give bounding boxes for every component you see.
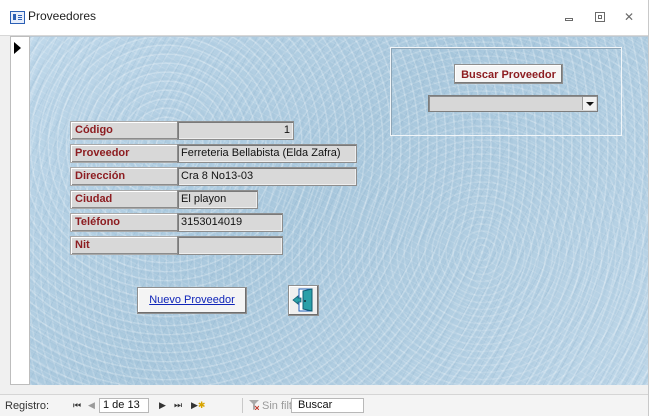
form-icon: [10, 11, 25, 24]
form-window: Proveedores ✕ Buscar Proveedor Código 1 …: [0, 0, 649, 416]
last-record-icon[interactable]: ⏭: [174, 399, 182, 413]
exit-button[interactable]: [288, 285, 319, 316]
record-selector[interactable]: [10, 36, 30, 385]
next-record-icon[interactable]: ▶: [159, 399, 166, 413]
direccion-field[interactable]: Cra 8 No13-03: [177, 167, 357, 186]
new-supplier-button[interactable]: Nuevo Proveedor: [137, 287, 247, 314]
filter-icon: [249, 400, 259, 410]
nav-search-input[interactable]: Buscar: [291, 398, 364, 413]
first-record-icon[interactable]: ⏮: [73, 399, 81, 413]
codigo-field[interactable]: 1: [177, 121, 294, 140]
chevron-down-icon[interactable]: [582, 97, 596, 110]
title-bar: Proveedores ✕: [0, 0, 648, 36]
exit-door-icon: [292, 288, 313, 312]
previous-record-icon[interactable]: ◀: [88, 399, 95, 413]
record-navigation-bar: Registro: ⏮ ◀ 1 de 13 ▶ ⏭ ▶✱ Sin filtro …: [0, 394, 648, 416]
window-title: Proveedores: [28, 9, 97, 23]
form-detail-section: Buscar Proveedor Código 1 Proveedor Ferr…: [30, 36, 648, 385]
search-panel: [390, 47, 622, 136]
supplier-search-combobox[interactable]: [428, 95, 598, 112]
current-record-field[interactable]: 1 de 13: [99, 398, 149, 413]
maximize-icon[interactable]: [591, 10, 609, 24]
record-label: Registro:: [5, 400, 50, 412]
current-record-arrow-icon: [14, 42, 21, 54]
ciudad-field[interactable]: El playon: [177, 190, 258, 209]
minimize-icon[interactable]: [560, 10, 578, 24]
nit-field[interactable]: [177, 236, 283, 255]
telefono-field[interactable]: 3153014019: [177, 213, 283, 232]
nav-separator: [242, 398, 243, 413]
search-supplier-button[interactable]: Buscar Proveedor: [454, 64, 563, 84]
proveedor-field[interactable]: Ferreteria Bellabista (Elda Zafra): [177, 144, 357, 163]
new-record-icon[interactable]: ▶✱: [191, 399, 205, 413]
close-icon[interactable]: ✕: [620, 10, 638, 24]
